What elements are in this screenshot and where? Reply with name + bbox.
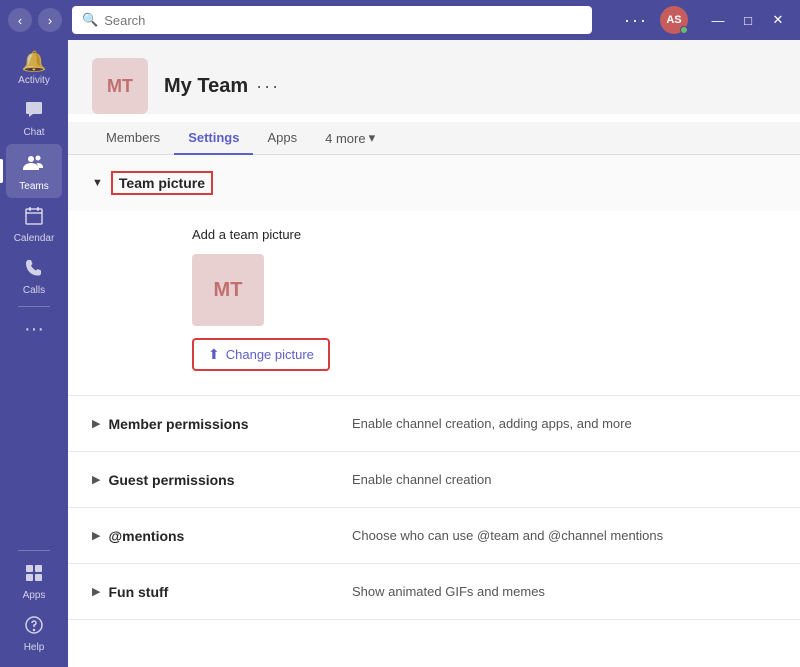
help-icon <box>24 615 44 639</box>
guest-permissions-desc: Enable channel creation <box>352 472 776 487</box>
activity-icon: 🔔 <box>22 52 47 72</box>
user-avatar-button[interactable]: AS <box>660 6 688 34</box>
fun-stuff-left: ▶ Fun stuff <box>92 584 352 600</box>
section-fun-stuff[interactable]: ▶ Fun stuff Show animated GIFs and memes <box>68 564 800 620</box>
sidebar-item-activity[interactable]: 🔔 Activity <box>0 44 68 92</box>
more-options-button[interactable]: ··· <box>620 10 652 31</box>
change-picture-button[interactable]: ⬆ Change picture <box>192 338 330 371</box>
change-picture-label: Change picture <box>226 347 314 362</box>
sidebar-item-more-dots[interactable]: ··· <box>0 311 68 345</box>
upload-icon: ⬆ <box>208 346 220 363</box>
chevron-down-icon: ▾ <box>369 130 376 146</box>
section-guest-permissions[interactable]: ▶ Guest permissions Enable channel creat… <box>68 452 800 508</box>
search-input[interactable] <box>104 13 582 28</box>
team-header: MT My Team ··· <box>68 40 800 114</box>
team-title-row: My Team ··· <box>164 75 280 98</box>
sidebar-bottom: Apps Help <box>0 546 68 667</box>
tab-apps[interactable]: Apps <box>253 122 311 155</box>
member-permissions-left: ▶ Member permissions <box>92 416 352 432</box>
sidebar-divider-bottom <box>18 550 50 551</box>
teams-icon <box>23 152 45 178</box>
app-body: 🔔 Activity Chat Teams <box>0 40 800 667</box>
team-name: My Team <box>164 75 248 98</box>
minimize-button[interactable]: — <box>704 6 732 34</box>
window-controls: — □ ✕ <box>704 6 792 34</box>
team-picture-title: Team picture <box>111 171 213 195</box>
team-avatar: MT <box>92 58 148 114</box>
forward-button[interactable]: › <box>38 8 62 32</box>
avatar-status-indicator <box>680 26 688 34</box>
team-info: My Team ··· <box>164 75 280 98</box>
section-team-picture: ▼ Team picture Add a team picture MT ⬆ C… <box>68 155 800 396</box>
nav-controls: ‹ › <box>8 8 62 32</box>
fun-stuff-arrow: ▶ <box>92 585 100 598</box>
sidebar-item-help[interactable]: Help <box>0 607 68 659</box>
section-mentions[interactable]: ▶ @mentions Choose who can use @team and… <box>68 508 800 564</box>
sidebar-activity-label: Activity <box>18 75 50 86</box>
sidebar-item-teams[interactable]: Teams <box>6 144 62 198</box>
picture-preview: MT <box>192 254 264 326</box>
fun-stuff-title: Fun stuff <box>108 584 168 600</box>
guest-permissions-arrow: ▶ <box>92 473 100 486</box>
more-dots-icon: ··· <box>24 319 44 339</box>
sidebar-item-chat[interactable]: Chat <box>0 92 68 144</box>
search-bar: 🔍 <box>72 6 592 34</box>
close-button[interactable]: ✕ <box>764 6 792 34</box>
sidebar-item-apps[interactable]: Apps <box>0 555 68 607</box>
fun-stuff-desc: Show animated GIFs and memes <box>352 584 776 599</box>
mentions-arrow: ▶ <box>92 529 100 542</box>
sidebar-item-calendar[interactable]: Calendar <box>0 198 68 250</box>
sidebar-divider <box>18 306 50 307</box>
team-picture-content: Add a team picture MT ⬆ Change picture <box>68 211 800 395</box>
sidebar-help-label: Help <box>24 642 45 653</box>
sidebar-apps-label: Apps <box>23 590 46 601</box>
sidebar-calls-label: Calls <box>23 285 45 296</box>
apps-icon <box>24 563 44 587</box>
title-bar: ‹ › 🔍 ··· AS — □ ✕ <box>0 0 800 40</box>
calendar-icon <box>24 206 44 230</box>
back-button[interactable]: ‹ <box>8 8 32 32</box>
team-picture-header[interactable]: ▼ Team picture <box>68 155 800 211</box>
main-content: MT My Team ··· Members Settings Apps 4 m… <box>68 40 800 667</box>
member-permissions-desc: Enable channel creation, adding apps, an… <box>352 416 776 431</box>
sidebar-calendar-label: Calendar <box>14 233 55 244</box>
picture-preview-area: MT ⬆ Change picture <box>192 254 776 371</box>
chat-icon <box>24 100 44 124</box>
mentions-desc: Choose who can use @team and @channel me… <box>352 528 776 543</box>
mentions-title: @mentions <box>108 528 184 544</box>
guest-permissions-title: Guest permissions <box>108 472 234 488</box>
add-picture-label: Add a team picture <box>192 227 776 242</box>
maximize-button[interactable]: □ <box>734 6 762 34</box>
team-picture-arrow: ▼ <box>92 177 103 189</box>
tab-settings[interactable]: Settings <box>174 122 253 155</box>
team-more-dots-button[interactable]: ··· <box>256 76 280 97</box>
search-icon: 🔍 <box>82 12 98 28</box>
member-permissions-title: Member permissions <box>108 416 248 432</box>
tab-more[interactable]: 4 more ▾ <box>311 122 389 154</box>
guest-permissions-left: ▶ Guest permissions <box>92 472 352 488</box>
sidebar-teams-label: Teams <box>19 181 48 192</box>
sidebar-chat-label: Chat <box>23 127 44 138</box>
settings-panel[interactable]: ▼ Team picture Add a team picture MT ⬆ C… <box>68 155 800 667</box>
title-bar-right: ··· AS — □ ✕ <box>620 6 792 34</box>
mentions-left: ▶ @mentions <box>92 528 352 544</box>
tabs-bar: Members Settings Apps 4 more ▾ <box>68 122 800 155</box>
sidebar-item-calls[interactable]: Calls <box>0 250 68 302</box>
section-member-permissions[interactable]: ▶ Member permissions Enable channel crea… <box>68 396 800 452</box>
sidebar: 🔔 Activity Chat Teams <box>0 40 68 667</box>
tab-members[interactable]: Members <box>92 122 174 155</box>
member-permissions-arrow: ▶ <box>92 417 100 430</box>
calls-icon <box>24 258 44 282</box>
